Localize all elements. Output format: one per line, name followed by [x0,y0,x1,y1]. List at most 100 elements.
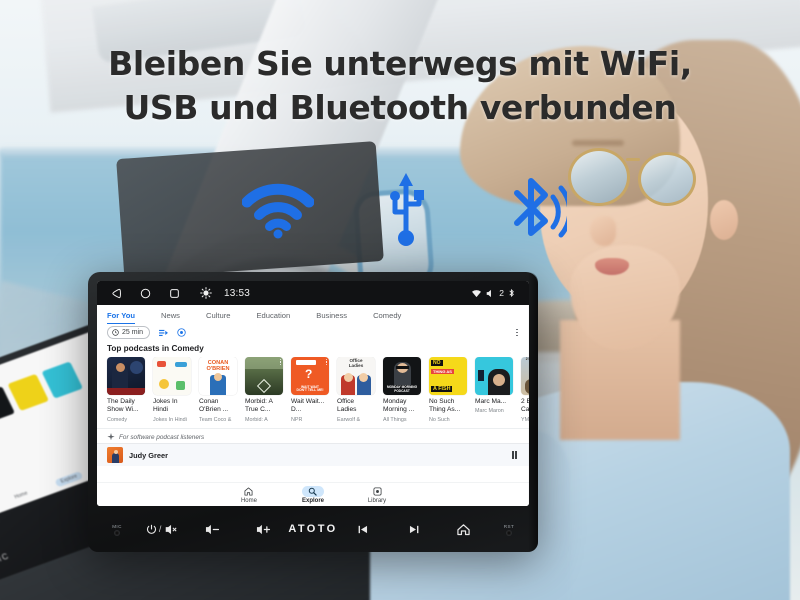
podcast-card[interactable]: Jokes In Hindi Jokes In Hindi [153,357,191,423]
mic-aperture [115,530,119,535]
home-circle-icon[interactable] [140,288,151,299]
headline-line-1: Bleiben Sie unterwegs mit WiFi, [108,44,692,83]
podcast-subtitle: YMH Studio [521,416,529,423]
podcast-card[interactable]: Office Ladies Office Ladies Earwolf & [337,357,375,423]
podcast-card[interactable]: CONAN O'BRIEN Conan O'Brien ... Team Coco… [199,357,237,423]
podcast-title: Marc Ma... [475,398,507,405]
tabs-fade-edge [515,305,529,321]
podcast-subtitle: NPR [291,416,303,423]
volume-down-button[interactable] [187,524,237,535]
search-icon [301,486,324,497]
promo-scene: Bleiben Sie unterwegs mit WiFi, USB und … [0,0,800,600]
podcast-app: For You News Culture Education Business … [97,305,529,506]
podcast-card[interactable]: 2 BEARS, 1 CAVE 2 Bears, 1 Cave w... YMH… [521,357,529,423]
mic-label: MIC [112,523,122,529]
duration-filter-chip[interactable]: 25 min [107,326,151,339]
system-nav-buttons[interactable] [111,288,180,299]
target-filter-icon[interactable] [177,328,186,337]
power-mute-button[interactable]: / [137,524,187,535]
podcast-title: Wait Wait... D... [291,398,325,414]
android-status-bar: 13:53 2 [97,281,529,305]
previous-track-button[interactable] [338,524,388,535]
promo-text: For software podcast listeners [119,433,205,441]
volume-status-icon [486,289,495,298]
bottom-nav-home-label: Home [240,498,257,504]
status-indicators: 2 [471,288,515,298]
bottom-nav-home[interactable]: Home [238,486,260,504]
notification-count: 2 [499,288,504,298]
volume-up-button[interactable] [238,524,288,535]
wifi-icon [240,170,316,252]
bluetooth-icon [496,170,572,252]
category-tabs[interactable]: For You News Culture Education Business … [97,305,529,324]
bottom-nav-library-label: Library [367,498,387,504]
tab-culture[interactable]: Culture [206,309,230,323]
head-unit-bezel: 13:53 2 For You News Culture Education B… [88,272,538,552]
podcast-artwork: ? WAIT WAIT DON'T TELL ME! [291,357,329,395]
podcast-card[interactable]: Marc Ma... Marc Maron [475,357,513,423]
duration-filter-label: 25 min [122,329,144,336]
reflection-card [7,373,50,412]
tab-news[interactable]: News [161,309,180,323]
tab-for-you[interactable]: For You [107,309,135,324]
reset-hole[interactable]: RST [489,524,529,535]
now-playing-title: Judy Greer [129,450,169,460]
now-playing-bar[interactable]: Judy Greer [97,443,529,467]
pause-button[interactable] [511,451,519,460]
hardware-control-bar[interactable]: MIC / ATOTO RST [97,506,529,552]
promo-row: For software podcast listeners [97,428,529,443]
podcast-artwork [245,357,283,395]
wifi-status-icon [471,289,482,298]
headline-line-2: USB und Bluetooth verbunden [123,87,677,127]
podcast-title: Morbid: A True C... [245,398,273,414]
now-playing-artwork [107,447,123,464]
podcast-subtitle: Marc Maron [475,408,504,415]
podcast-card[interactable]: NO THING AS A FISH No Such Thing As... N… [429,357,467,423]
podcast-card[interactable]: MONDAY MORNING PODCAST Monday Morning ...… [383,357,421,423]
podcast-card-row[interactable]: The Daily Show Wi... Comedy Jokes In Hin… [97,357,529,423]
head-unit-screen: 13:53 2 For You News Culture Education B… [97,281,529,506]
home-icon [238,486,260,497]
card-overflow-icon[interactable] [325,359,327,366]
app-bottom-nav[interactable]: Home Explore Library [97,482,529,506]
mic-hole: MIC [97,524,137,535]
podcast-card[interactable]: The Daily Show Wi... Comedy [107,357,145,423]
podcast-title: Jokes In Hindi [153,398,178,414]
atoto-head-unit: 13:53 2 For You News Culture Education B… [88,272,538,552]
filter-row[interactable]: 25 min [97,324,529,342]
podcast-subtitle: Jokes In Hindi [153,416,187,423]
bezel-edge-shadow [528,272,538,552]
card-overflow-icon[interactable] [279,359,281,366]
playlist-filter-icon[interactable] [159,329,168,337]
brightness-icon[interactable] [200,287,212,299]
library-icon [366,486,388,497]
recents-square-icon[interactable] [169,288,180,299]
tab-comedy[interactable]: Comedy [373,309,401,323]
podcast-subtitle: No Such [429,416,450,423]
podcast-card[interactable]: ? WAIT WAIT DON'T TELL ME! Wait Wait... D… [291,357,329,423]
podcast-artwork: MONDAY MORNING PODCAST [383,357,421,395]
reflection-mic-label: MIC [0,550,11,566]
podcast-subtitle: Team Coco & [199,416,232,423]
podcast-title: No Such Thing As... [429,398,461,414]
podcast-title: Monday Morning ... [383,398,415,414]
more-options-icon[interactable] [516,328,521,337]
bottom-nav-explore[interactable]: Explore [301,486,324,504]
podcast-subtitle: Morbid: A [245,416,268,423]
bottom-nav-library[interactable]: Library [366,486,388,504]
reflection-nav-explore: Explore [54,470,84,488]
tab-education[interactable]: Education [256,309,290,323]
podcast-artwork: Office Ladies [337,357,375,395]
reflection-card-art [7,373,50,412]
sunglasses-bridge [626,158,640,161]
reset-aperture[interactable] [506,530,511,535]
bluetooth-status-icon [508,288,515,298]
back-triangle-icon[interactable] [111,288,122,299]
home-hardware-button[interactable] [439,523,489,536]
sparkle-icon [107,433,115,441]
next-track-button[interactable] [388,524,438,535]
podcast-subtitle: All Things [383,416,407,423]
tab-business[interactable]: Business [316,309,347,323]
driver-eyebrow [572,140,624,146]
podcast-card[interactable]: Morbid: A True C... Morbid: A [245,357,283,423]
